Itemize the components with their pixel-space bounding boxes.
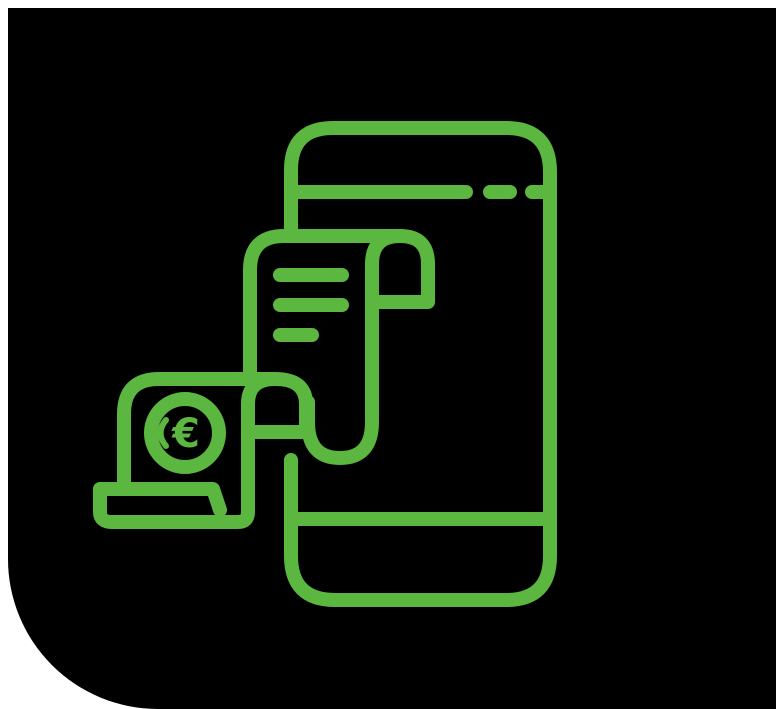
smartphone-icon bbox=[284, 121, 557, 607]
icon-card: € bbox=[8, 8, 776, 709]
euro-coin-inner-arc bbox=[157, 417, 169, 449]
euro-scroll-curl bbox=[241, 372, 282, 439]
euro-symbol: € bbox=[171, 411, 200, 457]
mobile-invoice-payment-icon: € bbox=[93, 121, 557, 607]
receipt-curl bbox=[365, 229, 407, 309]
receipt-icon bbox=[243, 229, 435, 465]
euro-scroll-icon bbox=[93, 372, 313, 529]
